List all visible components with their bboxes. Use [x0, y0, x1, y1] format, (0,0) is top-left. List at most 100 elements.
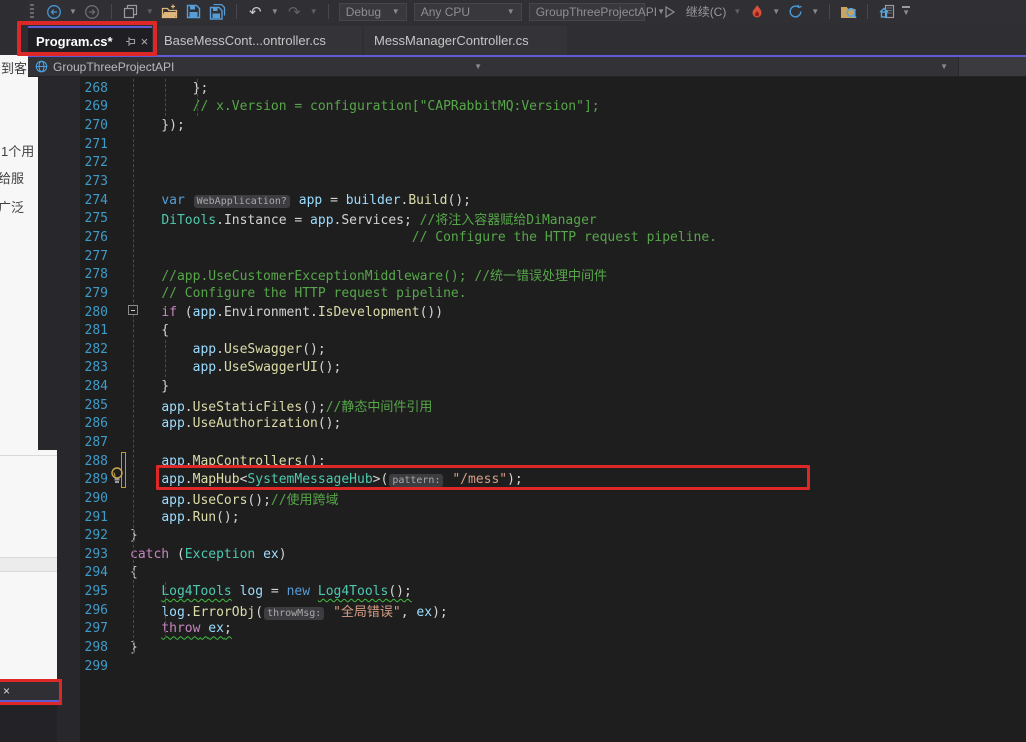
- redo-dropdown[interactable]: ▼: [310, 7, 318, 16]
- code-token: =: [286, 213, 311, 229]
- tab-basemesscontroller-cs[interactable]: BaseMessCont...ontroller.cs: [154, 26, 362, 55]
- save-icon[interactable]: [185, 3, 202, 20]
- line-number[interactable]: 282: [80, 342, 108, 357]
- find-in-files-icon[interactable]: [840, 3, 857, 20]
- code-line: 277: [80, 247, 1026, 266]
- undo-dropdown[interactable]: ▼: [271, 7, 279, 16]
- line-number[interactable]: 291: [80, 510, 108, 525]
- code-text[interactable]: throw ex;: [108, 621, 1026, 636]
- line-number[interactable]: 296: [80, 603, 108, 618]
- line-number[interactable]: 272: [80, 155, 108, 170]
- code-text[interactable]: });: [108, 118, 1026, 133]
- toolbar-grip[interactable]: [30, 4, 34, 19]
- code-text[interactable]: // Configure the HTTP request pipeline.: [108, 286, 1026, 301]
- toolbar-overflow-icon[interactable]: ▼: [902, 6, 911, 17]
- member-dropdown[interactable]: [958, 57, 1026, 76]
- code-text[interactable]: app.UseStaticFiles();//静态中间件引用: [108, 396, 1026, 415]
- restart-icon[interactable]: [787, 3, 804, 20]
- tab-messmanagercontroller-cs[interactable]: MessManagerController.cs: [364, 26, 567, 55]
- project-dropdown[interactable]: GroupThreeProjectAPI ▼: [28, 57, 490, 76]
- hot-reload-dropdown[interactable]: ▼: [772, 7, 780, 16]
- solution-config-dropdown[interactable]: Debug ▼: [338, 2, 407, 21]
- line-number[interactable]: 297: [80, 621, 108, 636]
- line-number[interactable]: 298: [80, 640, 108, 655]
- code-text[interactable]: }: [108, 528, 1026, 543]
- code-text[interactable]: };: [108, 81, 1026, 96]
- navigate-back-dropdown[interactable]: ▼: [69, 7, 77, 16]
- solution-explorer-icon[interactable]: [878, 3, 895, 20]
- line-number[interactable]: 279: [80, 286, 108, 301]
- code-text[interactable]: //app.UseCustomerExceptionMiddleware(); …: [108, 265, 1026, 284]
- line-number[interactable]: 280: [80, 305, 108, 320]
- code-text[interactable]: app.UseAuthorization();: [108, 416, 1026, 431]
- collapse-region-icon[interactable]: [128, 305, 138, 315]
- startup-project-dropdown[interactable]: GroupThreeProjectAPI ▼: [528, 2, 665, 21]
- line-number[interactable]: 286: [80, 416, 108, 431]
- line-number[interactable]: 273: [80, 174, 108, 189]
- start-debug-icon[interactable]: [662, 3, 679, 20]
- line-number[interactable]: 293: [80, 547, 108, 562]
- code-text[interactable]: if (app.Environment.IsDevelopment()): [108, 305, 1026, 320]
- code-text[interactable]: // Configure the HTTP request pipeline.: [108, 230, 1026, 245]
- restart-dropdown[interactable]: ▼: [811, 7, 819, 16]
- code-text[interactable]: }: [108, 379, 1026, 394]
- code-text[interactable]: {: [108, 323, 1026, 338]
- line-number[interactable]: 285: [80, 398, 108, 413]
- line-number[interactable]: 284: [80, 379, 108, 394]
- close-icon[interactable]: ×: [3, 684, 10, 698]
- background-window-top: 到客: [0, 55, 28, 77]
- line-number[interactable]: 281: [80, 323, 108, 338]
- line-number[interactable]: 294: [80, 565, 108, 580]
- code-text[interactable]: app.UseCors();//使用跨域: [108, 489, 1026, 508]
- code-text[interactable]: {: [108, 565, 1026, 580]
- redo-icon[interactable]: ↷: [286, 3, 303, 21]
- code-text[interactable]: // x.Version = configuration["CAPRabbitM…: [108, 99, 1026, 114]
- code-token: ;: [403, 213, 420, 229]
- code-text[interactable]: log.ErrorObj(throwMsg: "全局错误", ex);: [108, 601, 1026, 620]
- navigate-back-icon[interactable]: [45, 3, 62, 20]
- code-text[interactable]: app.Run();: [108, 510, 1026, 525]
- continue-dropdown[interactable]: ▼: [733, 7, 741, 16]
- line-number[interactable]: 299: [80, 659, 108, 674]
- line-number[interactable]: 295: [80, 584, 108, 599]
- line-number[interactable]: 288: [80, 454, 108, 469]
- line-number[interactable]: 292: [80, 528, 108, 543]
- code-text[interactable]: DiTools.Instance = app.Services; //将注入容器…: [108, 209, 1026, 228]
- line-number[interactable]: 274: [80, 193, 108, 208]
- line-number[interactable]: 290: [80, 491, 108, 506]
- line-number[interactable]: 287: [80, 435, 108, 450]
- line-number[interactable]: 275: [80, 211, 108, 226]
- code-text[interactable]: Log4Tools log = new Log4Tools();: [108, 584, 1026, 599]
- line-number[interactable]: 289: [80, 472, 108, 487]
- code-editor[interactable]: 268 }; 269 // x.Version = configuration["…: [80, 77, 1026, 742]
- code-token: UseCors: [192, 492, 248, 508]
- open-folder-icon[interactable]: [161, 3, 178, 20]
- hot-reload-icon[interactable]: [748, 3, 765, 20]
- code-text[interactable]: app.UseSwaggerUI();: [108, 360, 1026, 375]
- solution-platform-dropdown[interactable]: Any CPU ▼: [413, 2, 522, 21]
- navigate-forward-icon[interactable]: [84, 3, 101, 20]
- code-text[interactable]: }: [108, 640, 1026, 655]
- line-number[interactable]: 271: [80, 137, 108, 152]
- line-number[interactable]: 278: [80, 267, 108, 282]
- type-dropdown[interactable]: ▼: [490, 57, 958, 76]
- code-text[interactable]: app.UseSwagger();: [108, 342, 1026, 357]
- code-text[interactable]: catch (Exception ex): [108, 547, 1026, 562]
- new-window-dropdown[interactable]: ▼: [146, 7, 154, 16]
- line-number[interactable]: 269: [80, 99, 108, 114]
- code-line: 296 log.ErrorObj(throwMsg: "全局错误", ex);: [80, 601, 1026, 620]
- code-text[interactable]: var WebApplication? app = builder.Build(…: [108, 193, 1026, 208]
- line-number[interactable]: 270: [80, 118, 108, 133]
- line-number[interactable]: 277: [80, 249, 108, 264]
- lightbulb-icon[interactable]: [109, 466, 126, 490]
- undo-icon[interactable]: ↶: [247, 3, 264, 21]
- line-number[interactable]: 283: [80, 360, 108, 375]
- line-number[interactable]: 268: [80, 81, 108, 96]
- continue-button[interactable]: 继续(C): [686, 3, 727, 20]
- save-all-icon[interactable]: [209, 3, 226, 20]
- line-number[interactable]: 276: [80, 230, 108, 245]
- new-window-icon[interactable]: [122, 3, 139, 20]
- code-token: // Configure the HTTP request pipeline.: [411, 229, 718, 245]
- code-line: 285 app.UseStaticFiles();//静态中间件引用: [80, 396, 1026, 415]
